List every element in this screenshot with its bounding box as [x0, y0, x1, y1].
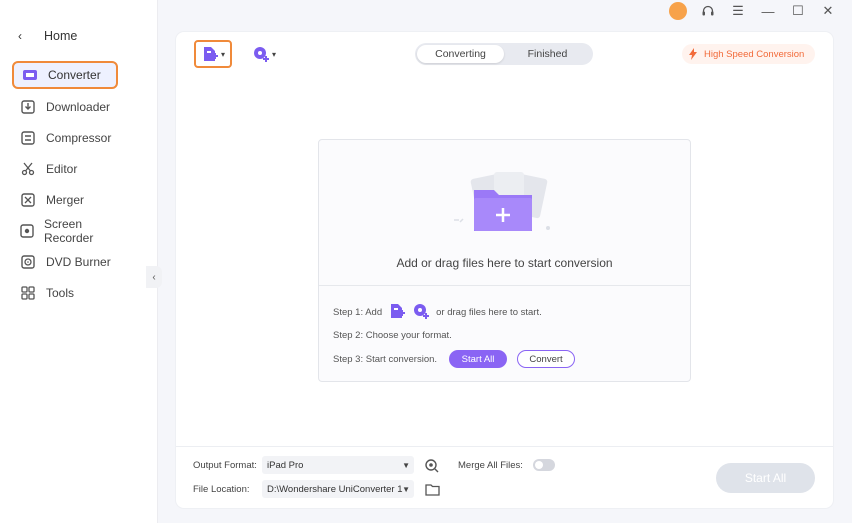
dvd-icon: [20, 254, 36, 270]
minimize-icon: —: [761, 3, 775, 19]
merge-toggle[interactable]: [533, 459, 555, 471]
sidebar-item-label: Downloader: [46, 100, 111, 114]
sidebar-item-downloader[interactable]: Downloader: [12, 93, 118, 121]
step-convert-button[interactable]: Convert: [517, 350, 576, 368]
open-folder-button[interactable]: [424, 481, 440, 497]
hamburger-icon: ☰: [732, 3, 744, 18]
sidebar-item-label: Editor: [46, 162, 78, 176]
load-dvd-button[interactable]: ▾: [246, 42, 282, 66]
add-file-icon[interactable]: [388, 302, 406, 323]
compressor-icon: [20, 130, 36, 146]
format-settings-button[interactable]: [423, 457, 439, 473]
tab-finished[interactable]: Finished: [504, 45, 591, 63]
file-location-value: D:\Wondershare UniConverter 1: [267, 483, 403, 495]
sidebar-item-label: Merger: [46, 193, 85, 207]
merge-label: Merge All Files:: [458, 460, 523, 471]
chevron-left-icon: ‹: [18, 29, 22, 43]
chevron-left-icon: ‹: [152, 271, 156, 283]
title-bar: ☰ — ☐ ✕: [668, 0, 852, 22]
screen-recorder-icon: [20, 223, 34, 239]
tab-converting[interactable]: Converting: [417, 45, 504, 63]
menu-button[interactable]: ☰: [728, 1, 748, 21]
high-speed-label: High Speed Conversion: [704, 48, 805, 60]
file-location-label: File Location:: [193, 484, 250, 495]
folder-icon: [424, 483, 440, 496]
sidebar-item-label: Screen Recorder: [44, 217, 94, 245]
merger-icon: [20, 192, 36, 208]
chevron-down-icon: ▼: [402, 484, 410, 494]
sidebar-item-converter[interactable]: Converter: [12, 61, 118, 89]
bottom-divider: [176, 446, 833, 447]
output-format-value: iPad Pro: [267, 459, 304, 471]
avatar: [669, 2, 687, 20]
drop-area[interactable]: Add or drag files here to start conversi…: [319, 140, 690, 286]
step-2-text: Step 2: Choose your format.: [333, 330, 452, 341]
chevron-down-icon: ▼: [402, 460, 410, 470]
step-1-prefix: Step 1: Add: [333, 307, 383, 318]
chevron-down-icon: ▾: [271, 49, 276, 59]
downloader-icon: [20, 99, 36, 115]
close-icon: ✕: [822, 3, 834, 18]
sidebar-item-dvd-burner[interactable]: DVD Burner: [12, 248, 118, 276]
sidebar-item-label: Compressor: [46, 131, 112, 145]
sidebar-item-screen-recorder[interactable]: Screen Recorder: [12, 217, 118, 245]
support-button[interactable]: [698, 1, 718, 21]
sidebar-item-label: Converter: [48, 68, 101, 82]
add-file-icon: [203, 47, 218, 61]
home-link[interactable]: ‹ Home: [18, 26, 77, 46]
output-format-select[interactable]: iPad Pro ▼: [262, 456, 414, 474]
output-format-label: Output Format:: [193, 460, 257, 471]
add-dvd-icon: [253, 47, 269, 62]
step-start-all-button[interactable]: Start All: [449, 350, 508, 368]
minimize-button[interactable]: —: [758, 1, 778, 21]
tools-icon: [20, 285, 36, 301]
file-location-select[interactable]: D:\Wondershare UniConverter 1 ▼: [262, 480, 414, 498]
sidebar-item-editor[interactable]: Editor: [12, 155, 118, 183]
sidebar-item-label: Tools: [46, 286, 75, 300]
settings-icon: [424, 458, 438, 472]
sidebar-item-compressor[interactable]: Compressor: [12, 124, 118, 152]
scissors-icon: [20, 161, 36, 177]
folder-illustration: [454, 172, 550, 231]
step-2: Step 2: Choose your format.: [333, 330, 452, 341]
headset-icon: [702, 5, 714, 16]
maximize-icon: ☐: [792, 3, 804, 18]
step-1-suffix: or drag files here to start.: [436, 307, 542, 318]
converter-icon: [22, 67, 38, 83]
add-files-button[interactable]: ▾: [194, 40, 232, 68]
sidebar: ‹ Home Converter Downloader Compressor E…: [0, 0, 158, 523]
conversion-tabs: Converting Finished: [415, 43, 593, 65]
step-3-text: Step 3: Start conversion.: [333, 353, 438, 365]
high-speed-conversion-button[interactable]: High Speed Conversion: [682, 44, 815, 64]
home-label: Home: [44, 29, 78, 43]
sidebar-item-label: DVD Burner: [46, 255, 111, 269]
step-1: Step 1: Add or drag files here to start.: [333, 302, 542, 323]
sidebar-item-tools[interactable]: Tools: [12, 279, 118, 307]
lightning-icon: [689, 48, 697, 60]
step-3: Step 3: Start conversion. Start All Conv…: [333, 350, 576, 368]
drop-zone[interactable]: Add or drag files here to start conversi…: [318, 139, 691, 382]
collapse-sidebar-button[interactable]: ‹: [146, 266, 162, 288]
start-all-button[interactable]: Start All: [716, 463, 815, 493]
add-dvd-icon[interactable]: [412, 302, 430, 323]
account-button[interactable]: [668, 1, 688, 21]
chevron-down-icon: ▾: [220, 49, 225, 59]
maximize-button[interactable]: ☐: [788, 1, 808, 21]
drop-instruction: Add or drag files here to start conversi…: [396, 256, 613, 270]
sidebar-item-merger[interactable]: Merger: [12, 186, 118, 214]
close-button[interactable]: ✕: [818, 1, 838, 21]
